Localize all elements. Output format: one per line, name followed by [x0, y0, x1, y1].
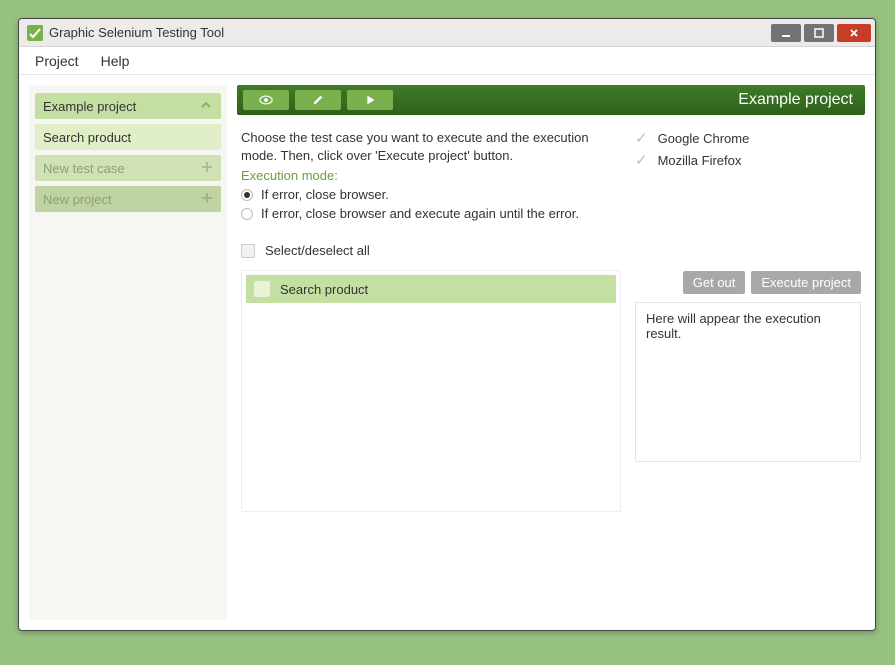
menubar: Project Help	[19, 47, 875, 75]
checkbox-icon	[241, 244, 255, 258]
sidebar-item-label: Search product	[43, 130, 131, 145]
check-icon: ✓	[635, 129, 648, 147]
app-icon	[27, 25, 43, 41]
play-button[interactable]	[347, 90, 393, 110]
menu-project[interactable]: Project	[35, 53, 79, 69]
radio-label: If error, close browser.	[261, 187, 389, 202]
radio-icon	[241, 208, 253, 220]
titlebar: Graphic Selenium Testing Tool	[19, 19, 875, 47]
window-controls	[771, 24, 871, 42]
testcase-label: Search product	[280, 282, 368, 297]
check-icon: ✓	[635, 151, 648, 169]
minimize-button[interactable]	[771, 24, 801, 42]
execute-button[interactable]: Execute project	[751, 271, 861, 294]
result-placeholder: Here will appear the execution result.	[646, 311, 821, 341]
sidebar-item-label: Example project	[43, 99, 136, 114]
sidebar-item-testcase[interactable]: Search product	[35, 124, 221, 150]
select-all-label: Select/deselect all	[265, 243, 370, 258]
page-title: Example project	[393, 91, 853, 109]
plus-icon	[201, 161, 213, 176]
sidebar: Example project Search product New test …	[29, 85, 227, 620]
sidebar-item-project[interactable]: Example project	[35, 93, 221, 119]
browser-chrome-row[interactable]: ✓ Google Chrome	[635, 129, 861, 147]
main-panel: Example project Choose the test case you…	[237, 85, 865, 620]
select-all-row[interactable]: Select/deselect all	[241, 243, 621, 258]
sidebar-item-new-testcase[interactable]: New test case	[35, 155, 221, 181]
action-buttons: Get out Execute project	[635, 271, 861, 294]
header-bar: Example project	[237, 85, 865, 115]
window-title: Graphic Selenium Testing Tool	[49, 25, 771, 40]
edit-button[interactable]	[295, 90, 341, 110]
right-column: ✓ Google Chrome ✓ Mozilla Firefox Get ou…	[635, 129, 861, 616]
header-buttons	[243, 90, 393, 110]
sidebar-item-label: New test case	[43, 161, 125, 176]
maximize-button[interactable]	[804, 24, 834, 42]
testcase-list: Search product	[241, 270, 621, 512]
sidebar-item-new-project[interactable]: New project	[35, 186, 221, 212]
view-button[interactable]	[243, 90, 289, 110]
app-window: Graphic Selenium Testing Tool Project He…	[18, 18, 876, 631]
exec-mode-option-2[interactable]: If error, close browser and execute agai…	[241, 206, 621, 221]
close-button[interactable]	[837, 24, 871, 42]
plus-icon	[201, 192, 213, 207]
radio-icon	[241, 189, 253, 201]
exec-mode-option-1[interactable]: If error, close browser.	[241, 187, 621, 202]
left-column: Choose the test case you want to execute…	[241, 129, 621, 616]
browser-label: Google Chrome	[658, 131, 750, 146]
chevron-up-icon	[199, 98, 213, 115]
testcase-item[interactable]: Search product	[246, 275, 616, 303]
result-box: Here will appear the execution result.	[635, 302, 861, 462]
browser-firefox-row[interactable]: ✓ Mozilla Firefox	[635, 151, 861, 169]
checkbox-icon	[254, 281, 270, 297]
content-area: Example project Search product New test …	[19, 75, 875, 630]
browser-label: Mozilla Firefox	[658, 153, 742, 168]
menu-help[interactable]: Help	[101, 53, 130, 69]
instructions-text: Choose the test case you want to execute…	[241, 129, 621, 164]
sidebar-item-label: New project	[43, 192, 112, 207]
getout-button[interactable]: Get out	[683, 271, 746, 294]
body-area: Choose the test case you want to execute…	[237, 115, 865, 620]
radio-label: If error, close browser and execute agai…	[261, 206, 579, 221]
execution-mode-label: Execution mode:	[241, 168, 621, 183]
